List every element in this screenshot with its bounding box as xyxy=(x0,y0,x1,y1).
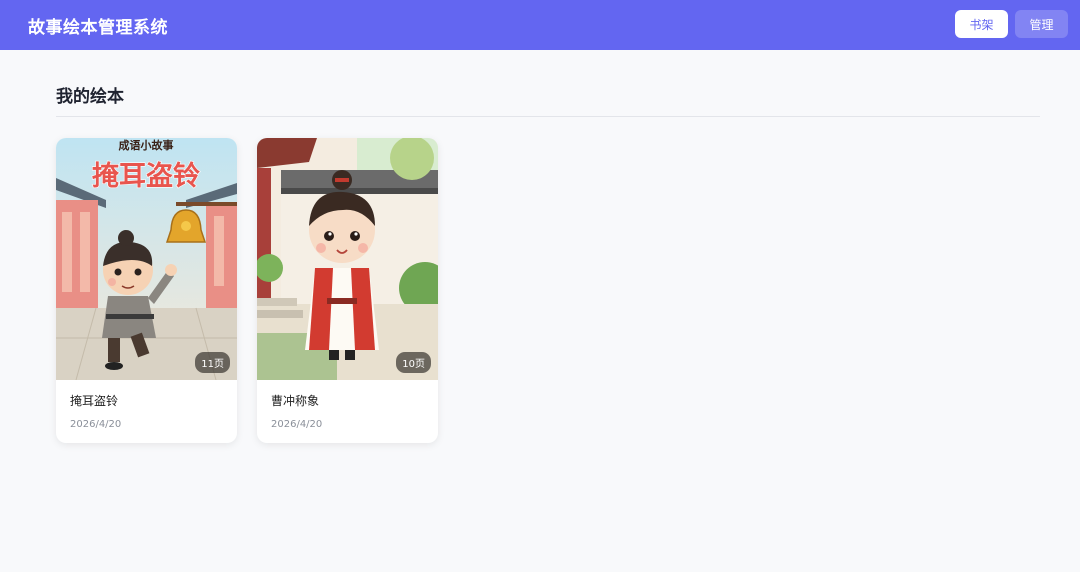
cover-series-text: 成语小故事 xyxy=(119,138,174,152)
book-cover-2: 10页 xyxy=(257,138,438,380)
book-cover-1: 成语小故事 掩耳盗铃 11页 xyxy=(56,138,237,380)
bookshelf-button[interactable]: 书架 xyxy=(955,10,1008,38)
cover-illustration-2 xyxy=(257,138,438,380)
page-count-badge: 10页 xyxy=(396,352,431,373)
book-card-1[interactable]: 成语小故事 掩耳盗铃 11页 掩耳盗铃 2026/4/20 xyxy=(56,138,237,443)
top-bar: 故事绘本管理系统 书架 管理 xyxy=(0,0,1080,50)
nav-buttons: 书架 管理 xyxy=(955,10,1068,38)
section-title: 我的绘本 xyxy=(56,87,124,107)
cover-title-text: 掩耳盗铃 xyxy=(92,161,200,192)
cover-illustration-1: 成语小故事 掩耳盗铃 xyxy=(56,138,237,380)
page-count-badge: 11页 xyxy=(195,352,230,373)
book-title: 曹冲称象 xyxy=(271,394,320,408)
section-divider xyxy=(56,116,1040,117)
book-date: 2026/4/20 xyxy=(70,419,122,430)
manage-button[interactable]: 管理 xyxy=(1015,10,1068,38)
book-card-2[interactable]: 10页 曹冲称象 2026/4/20 xyxy=(257,138,438,443)
app-title: 故事绘本管理系统 xyxy=(28,17,168,38)
book-date: 2026/4/20 xyxy=(271,419,323,430)
book-title: 掩耳盗铃 xyxy=(70,394,119,408)
